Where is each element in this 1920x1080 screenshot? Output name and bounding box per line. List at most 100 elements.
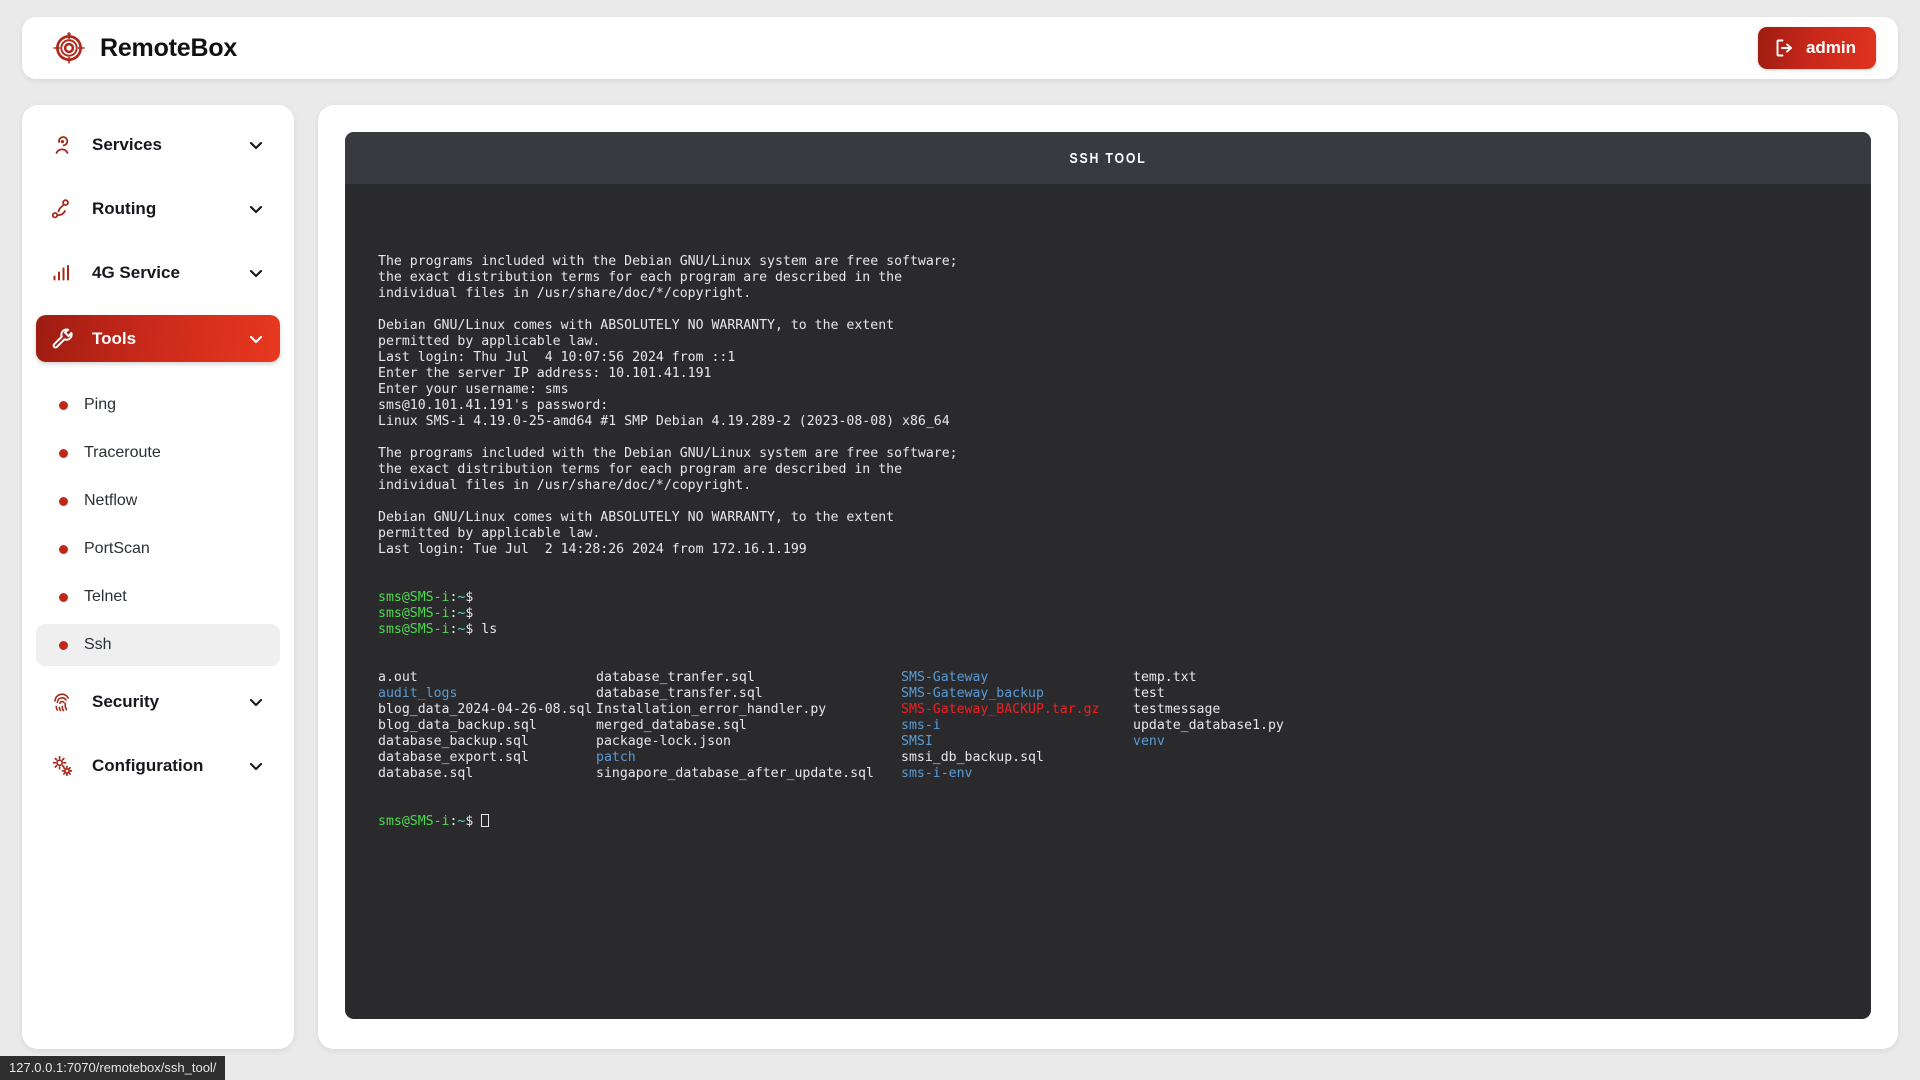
sidebar-item-configuration[interactable]: Configuration	[36, 744, 280, 788]
bullet-dot-icon	[59, 496, 68, 506]
subnav-item-telnet[interactable]: Telnet	[36, 576, 280, 618]
ls-entry: SMS-Gateway_backup	[901, 686, 1044, 701]
bullet-dot-icon	[59, 544, 68, 554]
subnav-item-netflow[interactable]: Netflow	[36, 480, 280, 522]
logout-icon	[1775, 38, 1795, 58]
sidebar-item-label: Services	[92, 135, 162, 154]
ls-entry: testmessage	[1133, 702, 1221, 717]
terminal-line: The programs included with the Debian GN…	[378, 254, 958, 269]
terminal-prompt: sms@SMS-i:~$	[378, 814, 1871, 830]
ls-entry: merged_database.sql	[596, 718, 747, 733]
chevron-down-icon[interactable]	[246, 329, 266, 349]
ls-entry: Installation_error_handler.py	[596, 702, 827, 717]
ls-entry: temp.txt	[1133, 670, 1197, 685]
terminal-line: Last login: Thu Jul 4 10:07:56 2024 from…	[378, 350, 736, 365]
terminal-prompt: sms@SMS-i:~$ ls	[378, 622, 1871, 638]
ls-row: database.sql singapore_database_after_upd…	[378, 766, 1871, 782]
subnav-item-label: Ping	[84, 396, 117, 413]
terminal-line: permitted by applicable law.	[378, 334, 601, 349]
wrench-icon	[49, 326, 75, 351]
ls-row: blog_data_backup.sql merged_database.sql s…	[378, 718, 1871, 734]
ls-row: database_export.sql patch smsi_db_backup.s…	[378, 750, 1871, 766]
subnav-item-label: Traceroute	[84, 444, 161, 461]
route-nodes-icon	[49, 197, 75, 221]
prompt-user-host: sms@SMS-i	[378, 622, 450, 637]
ls-entry: blog_data_2024-04-26-08.sql	[378, 702, 593, 717]
ls-entry: blog_data_backup.sql	[378, 718, 537, 733]
subnav-item-traceroute[interactable]: Traceroute	[36, 432, 280, 474]
sidebar-item-label: Configuration	[92, 756, 204, 775]
subnav-item-ssh[interactable]: Ssh	[36, 624, 280, 666]
ls-entry: database_backup.sql	[378, 734, 529, 749]
terminal-active-prompt[interactable]: sms@SMS-i:~$	[378, 814, 1871, 830]
ls-entry: smsi_db_backup.sql	[901, 750, 1044, 765]
terminal-line: individual files in /usr/share/doc/*/cop…	[378, 286, 752, 301]
ls-entry: patch	[596, 750, 636, 765]
sidebar-item-routing[interactable]: Routing	[36, 187, 280, 231]
admin-label: admin	[1805, 38, 1856, 57]
terminal-line: the exact distribution terms for each pr…	[378, 270, 903, 285]
ls-row: database_backup.sql package-lock.json SMSI…	[378, 734, 1871, 750]
ls-entry: audit_logs	[378, 686, 458, 701]
terminal-output[interactable]: The programs included with the Debian GN…	[345, 184, 1871, 1019]
brand-name: RemoteBox	[100, 33, 238, 62]
terminal-line: Enter your username: sms	[378, 382, 569, 397]
subnav-item-label: Ssh	[84, 636, 112, 653]
ls-output-grid: a.out database_tranfer.sql SMS-Gateway temp…	[378, 670, 1871, 782]
terminal-line: sms@10.101.41.191's password:	[378, 398, 609, 413]
terminal-line: Last login: Tue Jul 2 14:28:26 2024 from…	[378, 542, 807, 557]
chevron-down-icon[interactable]	[246, 135, 266, 155]
subnav-item-label: Telnet	[84, 588, 127, 605]
prompt-sigil: $	[465, 814, 474, 829]
terminal-header: SSH TOOL	[345, 132, 1871, 184]
chevron-down-icon[interactable]	[246, 263, 266, 283]
terminal-line: Debian GNU/Linux comes with ABSOLUTELY N…	[378, 510, 895, 525]
ssh-terminal[interactable]: SSH TOOL The programs included with the …	[345, 132, 1871, 1019]
sidebar-item-security[interactable]: Security	[36, 680, 280, 724]
terminal-line: The programs included with the Debian GN…	[378, 446, 958, 461]
ls-entry: database.sql	[378, 766, 474, 781]
terminal-title: SSH TOOL	[1069, 149, 1147, 167]
subnav-item-portscan[interactable]: PortScan	[36, 528, 280, 570]
chevron-down-icon[interactable]	[246, 199, 266, 219]
ls-entry: singapore_database_after_update.sql	[596, 766, 874, 781]
ls-row: audit_logs database_transfer.sql SMS-Gatew…	[378, 686, 1871, 702]
bullet-dot-icon	[59, 592, 68, 602]
ls-entry: sms-i-env	[901, 766, 973, 781]
subnav-item-label: PortScan	[84, 540, 150, 557]
ls-entry: venv	[1133, 734, 1165, 749]
broadcast-antenna-icon	[49, 133, 75, 157]
terminal-line: Enter the server IP address: 10.101.41.1…	[378, 366, 712, 381]
terminal-cursor	[481, 814, 490, 827]
ls-entry: update_database1.py	[1133, 718, 1284, 733]
terminal-prompt: sms@SMS-i:~$	[378, 606, 1871, 622]
chevron-down-icon[interactable]	[246, 756, 266, 776]
fingerprint-icon	[49, 690, 75, 714]
chevron-down-icon[interactable]	[246, 692, 266, 712]
prompt-user-host: sms@SMS-i	[378, 814, 450, 829]
prompt-sigil: $	[465, 606, 474, 621]
signal-bars-icon	[49, 261, 75, 285]
terminal-line: Linux SMS-i 4.19.0-25-amd64 #1 SMP Debia…	[378, 414, 950, 429]
ls-entry: database_transfer.sql	[596, 686, 763, 701]
sidebar-item-tools[interactable]: Tools	[36, 315, 280, 362]
terminal-line: Debian GNU/Linux comes with ABSOLUTELY N…	[378, 318, 895, 333]
ls-entry: database_export.sql	[378, 750, 529, 765]
subnav-item-label: Netflow	[84, 492, 138, 509]
gears-icon	[49, 754, 75, 779]
bullet-dot-icon	[59, 640, 68, 650]
admin-logout-button[interactable]: admin	[1757, 27, 1876, 69]
sidebar-item-services[interactable]: Services	[36, 123, 280, 167]
main-content-card: SSH TOOL The programs included with the …	[318, 105, 1898, 1049]
ls-row: blog_data_2024-04-26-08.sql Installation_…	[378, 702, 1871, 718]
subnav-item-ping[interactable]: Ping	[36, 384, 280, 426]
sidebar-item-label: Security	[92, 692, 160, 711]
ls-entry: database_tranfer.sql	[596, 670, 755, 685]
sidebar-item-4g-service[interactable]: 4G Service	[36, 251, 280, 295]
tools-submenu: Ping Traceroute Netflow PortScan Telnet …	[36, 384, 280, 666]
ls-entry: SMS-Gateway	[901, 670, 989, 685]
ls-entry: package-lock.json	[596, 734, 731, 749]
